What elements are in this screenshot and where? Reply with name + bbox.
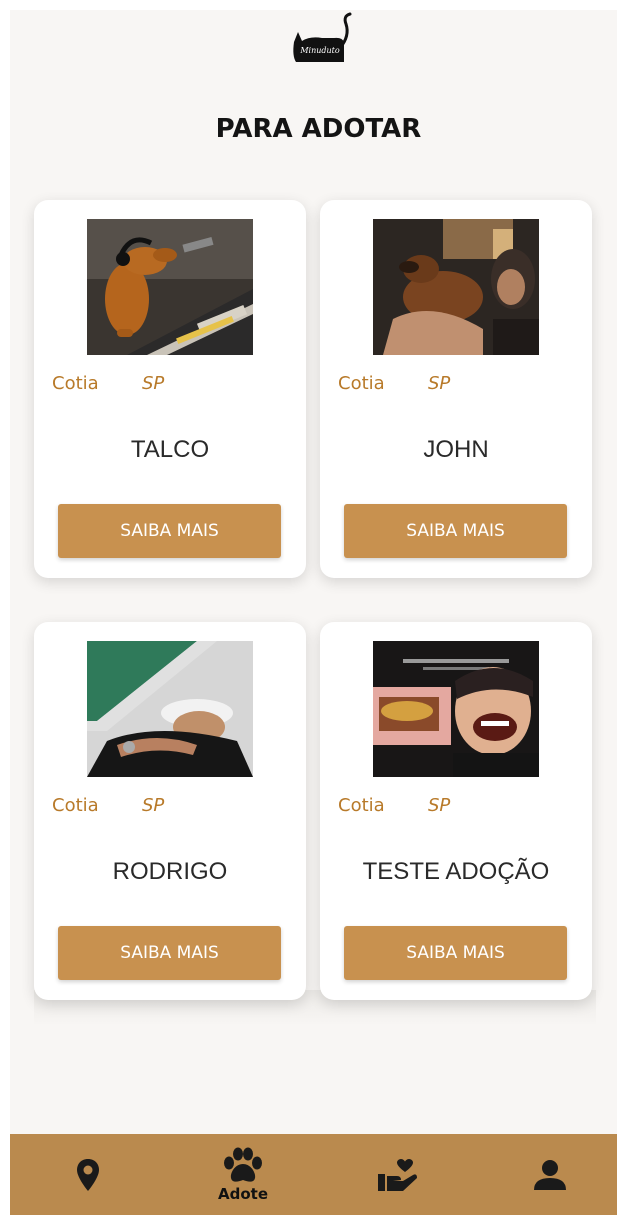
nav-item-donate[interactable]	[368, 1134, 428, 1215]
saiba-mais-button[interactable]: SAIBA MAIS	[344, 504, 567, 558]
pet-card: Cotia SP TESTE ADOÇÃO SAIBA MAIS	[320, 622, 592, 1000]
pet-state: SP	[428, 795, 451, 816]
pet-state: SP	[142, 373, 165, 394]
nav-item-map[interactable]	[58, 1134, 118, 1215]
nav-item-adote[interactable]: Adote	[208, 1134, 278, 1215]
saiba-mais-button[interactable]: SAIBA MAIS	[58, 504, 281, 558]
pet-name: TALCO	[130, 436, 210, 463]
donate-heart-hand-icon	[378, 1158, 417, 1191]
pet-city: Cotia	[338, 373, 385, 394]
cat-logo-icon	[293, 12, 352, 62]
pet-photo	[87, 219, 253, 355]
pet-state: SP	[428, 373, 451, 394]
bottom-nav: Adote	[10, 1134, 617, 1215]
pet-state: SP	[142, 795, 165, 816]
pet-card: Cotia SP JOHN SAIBA MAIS	[320, 200, 592, 578]
pet-photo	[373, 219, 539, 355]
pet-photo	[373, 641, 539, 777]
pet-name: JOHN	[423, 436, 489, 463]
saiba-mais-button[interactable]: SAIBA MAIS	[344, 926, 567, 980]
page-title: PARA ADOTAR	[215, 114, 422, 144]
pet-city: Cotia	[52, 373, 99, 394]
app-screen: Minuduto PARA ADOTAR Cotia SP TALCO SAIB…	[10, 10, 617, 1215]
pet-city: Cotia	[52, 795, 99, 816]
saiba-mais-button[interactable]: SAIBA MAIS	[58, 926, 281, 980]
pet-card: Cotia SP RODRIGO SAIBA MAIS	[34, 622, 306, 1000]
nav-item-profile[interactable]	[520, 1134, 580, 1215]
nav-label-adote: Adote	[218, 1184, 268, 1203]
logo-text: Minuduto	[300, 46, 340, 55]
pet-name: TESTE ADOÇÃO	[362, 858, 550, 885]
user-icon	[534, 1159, 566, 1190]
paw-icon	[224, 1147, 262, 1182]
map-pin-icon	[77, 1158, 99, 1191]
pet-city: Cotia	[338, 795, 385, 816]
cat-logo: Minuduto	[280, 12, 360, 68]
pet-photo	[87, 641, 253, 777]
pet-card: Cotia SP TALCO SAIBA MAIS	[34, 200, 306, 578]
pet-name: RODRIGO	[112, 858, 228, 885]
